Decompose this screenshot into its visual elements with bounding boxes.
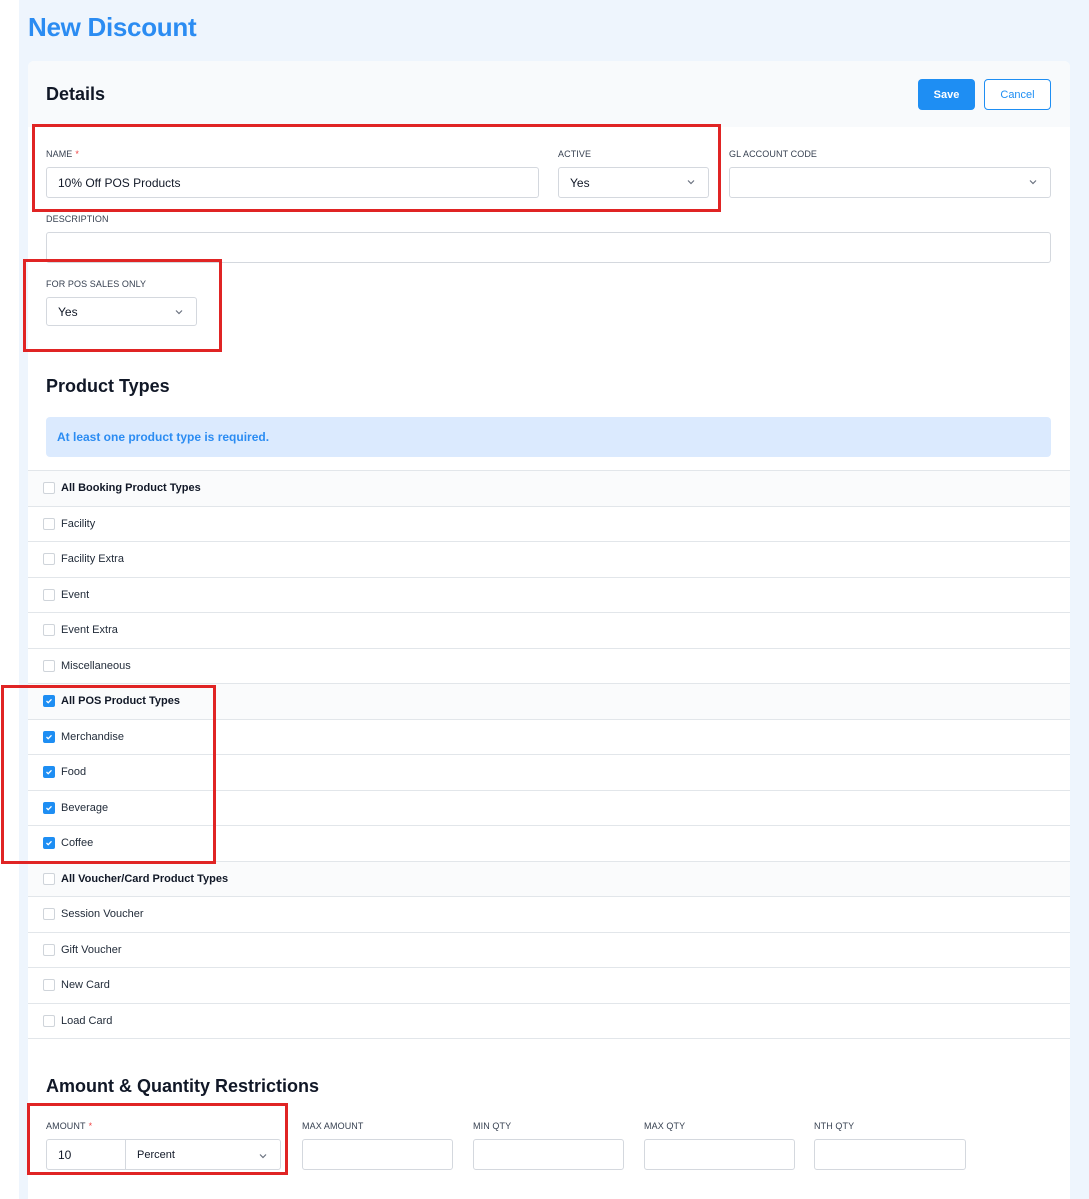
product-type-label: Coffee bbox=[61, 837, 94, 850]
product-type-row[interactable]: Event Extra bbox=[28, 613, 1070, 649]
checkbox[interactable] bbox=[43, 624, 55, 637]
checkmark-icon bbox=[46, 699, 52, 704]
product-type-label: Facility bbox=[61, 517, 96, 530]
active-label: ACTIVE bbox=[558, 149, 592, 159]
product-type-label: All Booking Product Types bbox=[61, 482, 201, 495]
max-qty-input[interactable] bbox=[644, 1139, 795, 1170]
product-type-row[interactable]: Event bbox=[28, 578, 1070, 613]
product-type-row[interactable]: Gift Voucher bbox=[28, 933, 1070, 968]
discount-form-card: Details Save Cancel NAME * 10% Off POS Pr… bbox=[28, 61, 1070, 1199]
product-type-label: Merchandise bbox=[61, 730, 124, 743]
product-type-label: Gift Voucher bbox=[61, 943, 122, 956]
product-type-row[interactable]: Load Card bbox=[28, 1004, 1070, 1039]
description-input[interactable] bbox=[46, 232, 1051, 263]
gl-account-select[interactable] bbox=[729, 167, 1051, 198]
product-type-row[interactable]: Facility Extra bbox=[28, 542, 1070, 578]
checkbox[interactable] bbox=[43, 979, 55, 992]
details-title: Details bbox=[46, 84, 106, 104]
save-button[interactable]: Save bbox=[918, 79, 975, 110]
product-type-row[interactable]: Beverage bbox=[28, 791, 1070, 826]
product-type-group-row[interactable]: All Voucher/Card Product Types bbox=[28, 861, 1070, 897]
amount-unit-value: Percent bbox=[137, 1148, 175, 1161]
pos-only-label: FOR POS SALES ONLY bbox=[46, 279, 147, 289]
checkbox-checked[interactable] bbox=[43, 801, 55, 814]
description-label: DESCRIPTION bbox=[46, 214, 109, 224]
product-types-title: Product Types bbox=[46, 376, 170, 396]
checkbox[interactable] bbox=[43, 517, 55, 530]
product-type-label: Miscellaneous bbox=[61, 659, 131, 672]
checkbox[interactable] bbox=[43, 553, 55, 566]
checkbox[interactable] bbox=[43, 588, 55, 601]
min-qty-label: MIN QTY bbox=[473, 1121, 512, 1131]
checkbox-checked[interactable] bbox=[43, 837, 55, 850]
pos-only-select[interactable]: Yes bbox=[46, 297, 197, 326]
checkmark-icon bbox=[46, 734, 52, 740]
checkmark-icon bbox=[46, 805, 52, 811]
amount-input[interactable]: 10 bbox=[46, 1139, 126, 1170]
product-type-group-row[interactable]: All Booking Product Types bbox=[28, 471, 1070, 507]
checkbox[interactable] bbox=[43, 908, 55, 921]
checkmark-icon bbox=[46, 841, 52, 846]
checkbox[interactable] bbox=[43, 1014, 55, 1027]
product-type-label: All Voucher/Card Product Types bbox=[61, 872, 229, 885]
product-type-row[interactable]: Food bbox=[28, 755, 1070, 791]
nth-qty-input[interactable] bbox=[814, 1139, 966, 1170]
product-type-label: Facility Extra bbox=[61, 553, 124, 566]
product-type-list: All Booking Product Types Facility Facilit… bbox=[28, 470, 1070, 1039]
product-type-label: Load Card bbox=[61, 1014, 113, 1027]
checkbox[interactable] bbox=[43, 872, 55, 885]
product-type-group-row[interactable]: All POS Product Types bbox=[28, 684, 1070, 720]
max-qty-label: MAX QTY bbox=[644, 1121, 686, 1131]
checkbox[interactable] bbox=[43, 482, 55, 495]
product-type-label: Food bbox=[61, 766, 87, 779]
product-type-label: Session Voucher bbox=[61, 908, 144, 921]
product-type-row[interactable]: Merchandise bbox=[28, 720, 1070, 755]
checkbox[interactable] bbox=[43, 659, 55, 672]
chevron-down-icon bbox=[1029, 180, 1037, 185]
checkbox-checked[interactable] bbox=[43, 730, 55, 743]
product-type-label: Event Extra bbox=[61, 624, 118, 637]
product-type-row[interactable]: Miscellaneous bbox=[28, 649, 1070, 684]
gl-account-label: GL ACCOUNT CODE bbox=[729, 149, 818, 159]
product-type-required-notice: At least one product type is required. bbox=[46, 417, 1051, 457]
product-type-label: New Card bbox=[61, 979, 110, 992]
product-type-label: All POS Product Types bbox=[61, 695, 180, 708]
product-type-row[interactable]: New Card bbox=[28, 968, 1070, 1004]
cancel-button[interactable]: Cancel bbox=[984, 79, 1051, 110]
name-label: NAME * bbox=[46, 149, 80, 159]
name-input[interactable]: 10% Off POS Products bbox=[46, 167, 539, 198]
card-header: Details Save Cancel bbox=[28, 61, 1070, 127]
nth-qty-label: NTH QTY bbox=[814, 1121, 855, 1131]
min-qty-input[interactable] bbox=[473, 1139, 624, 1170]
product-type-row[interactable]: Session Voucher bbox=[28, 897, 1070, 933]
chevron-down-icon bbox=[259, 1154, 267, 1159]
checkbox-checked[interactable] bbox=[43, 766, 55, 779]
chevron-down-icon bbox=[687, 180, 695, 185]
max-amount-label: MAX AMOUNT bbox=[302, 1121, 364, 1131]
restrictions-title: Amount & Quantity Restrictions bbox=[46, 1076, 320, 1096]
page-title: New Discount bbox=[28, 12, 197, 42]
active-select[interactable]: Yes bbox=[558, 167, 709, 198]
amount-label: AMOUNT * bbox=[46, 1121, 93, 1131]
chevron-down-icon bbox=[175, 310, 183, 315]
product-type-row[interactable]: Facility bbox=[28, 507, 1070, 542]
product-type-row[interactable]: Coffee bbox=[28, 826, 1070, 862]
checkmark-icon bbox=[46, 770, 52, 775]
product-type-label: Beverage bbox=[61, 801, 109, 814]
active-value: Yes bbox=[570, 175, 590, 190]
pos-only-value: Yes bbox=[58, 304, 78, 319]
product-type-label: Event bbox=[61, 588, 90, 601]
checkbox-checked[interactable] bbox=[43, 695, 55, 708]
max-amount-input[interactable] bbox=[302, 1139, 453, 1170]
checkbox[interactable] bbox=[43, 943, 55, 956]
amount-unit-select[interactable]: Percent bbox=[125, 1139, 281, 1170]
